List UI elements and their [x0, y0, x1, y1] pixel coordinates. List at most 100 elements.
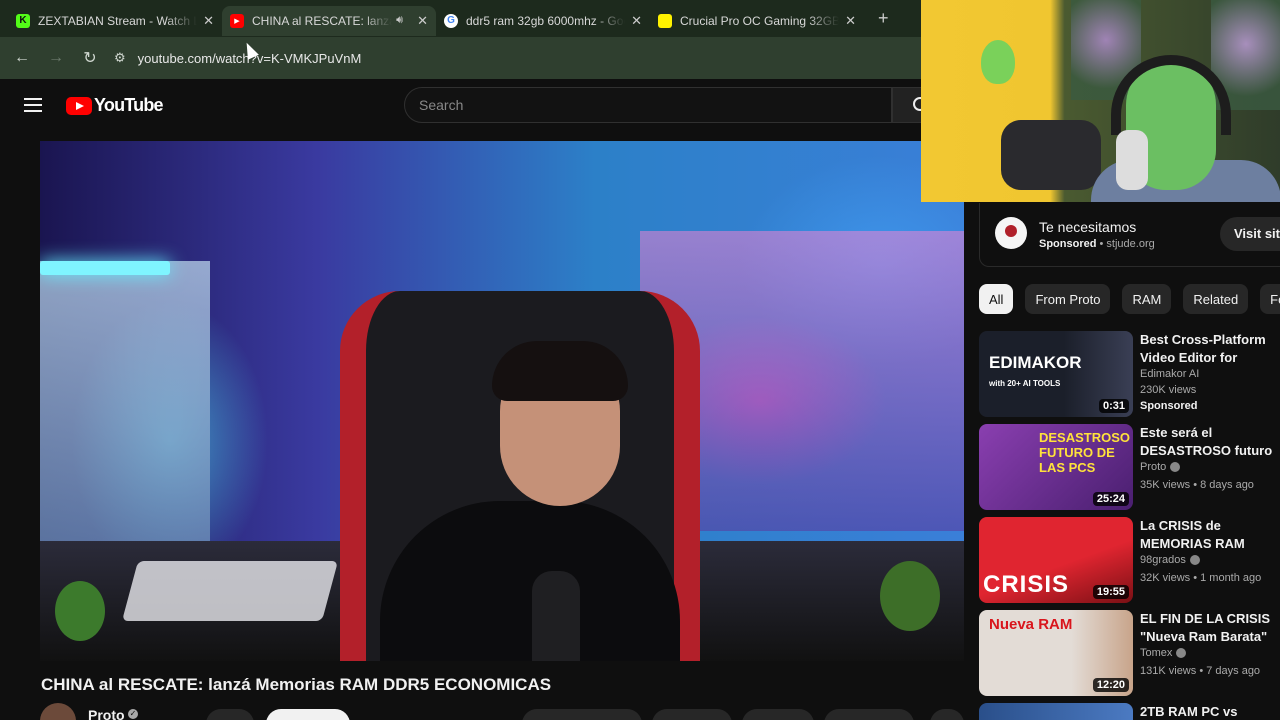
stjude-logo-icon [995, 217, 1027, 249]
tab-title: ZEXTABIAN Stream - Watch Live [38, 13, 198, 28]
chip-from-proto[interactable]: From Proto [1025, 284, 1111, 314]
chip-related[interactable]: Related [1183, 284, 1249, 314]
channel-label: 98grados [1140, 554, 1186, 566]
ad-title: Te necesitamos [1039, 219, 1137, 235]
recommendation-item[interactable]: CRISIS 19:55 La CRISIS de MEMORIAS RAM M… [979, 517, 1280, 603]
youtube-logo[interactable]: YouTube [66, 95, 164, 116]
channel-label: Proto [1140, 461, 1167, 473]
video-duration: 19:55 [1092, 585, 1129, 599]
site-info-icon[interactable]: ⚙︎ [114, 50, 126, 66]
video-stats: 35K views • 8 days ago [1140, 479, 1254, 491]
view-count: 35K views [1140, 479, 1191, 491]
channel-name: Edimakor AI [1140, 368, 1200, 380]
close-icon[interactable]: ✕ [203, 13, 214, 29]
tab-google[interactable]: G ddr5 ram 32gb 6000mhz - Google ✕ [436, 6, 650, 36]
ad-domain: stjude.org [1106, 238, 1155, 250]
share-button[interactable] [652, 709, 732, 720]
video-frame-plant [880, 561, 940, 631]
video-thumbnail[interactable]: EDIMAKOR with 20+ AI TOOLS 0:31 [979, 331, 1133, 417]
chip-for-you[interactable]: For you [1260, 284, 1280, 314]
video-thumbnail[interactable]: Nueva RAM 12:20 [979, 610, 1133, 696]
video-duration: 0:31 [1098, 399, 1129, 413]
upload-age: 8 days ago [1200, 479, 1254, 491]
screen: K ZEXTABIAN Stream - Watch Live ✕ ▶ CHIN… [0, 0, 1280, 720]
sponsored-ad-card[interactable]: Te necesitamos Sponsored • stjude.org Vi… [979, 203, 1280, 267]
close-icon[interactable]: ✕ [845, 13, 856, 29]
webcam-overlay [921, 0, 1280, 202]
more-button[interactable] [930, 709, 964, 720]
view-count: 32K views [1140, 572, 1191, 584]
channel-name: Tomex [1140, 647, 1187, 659]
filter-chips: All From Proto RAM Related For you [979, 284, 1280, 314]
upload-age: 1 month ago [1200, 572, 1262, 584]
video-title: La CRISIS de MEMORIAS RAM MONSTRUOSA [1140, 518, 1245, 551]
view-count: 131K views [1140, 665, 1197, 677]
video-frame-neon [40, 261, 170, 275]
chip-all[interactable]: All [979, 284, 1014, 314]
channel-label: Tomex [1140, 647, 1173, 659]
video-duration: 12:20 [1092, 678, 1129, 692]
webcam-alien-figure [981, 40, 1015, 84]
logo-text: YouTube [94, 95, 164, 115]
kick-icon: K [16, 13, 30, 28]
upload-age: 7 days ago [1206, 665, 1261, 677]
tab-bestbuy[interactable]: Crucial Pro OC Gaming 32GB (2x16GB) ✕ [650, 6, 864, 36]
tab-youtube[interactable]: ▶ CHINA al RESCATE: lanzá Memorias RAM 🔊… [222, 5, 436, 36]
search-input[interactable]: Search [404, 87, 892, 123]
verified-icon: ✓ [128, 709, 138, 719]
video-thumbnail[interactable]: DESASTROSO FUTURO DE LAS PCS 25:24 [979, 424, 1133, 510]
video-frame-microphone [532, 571, 580, 661]
avatar[interactable] [40, 703, 76, 720]
join-button[interactable] [206, 709, 254, 720]
visit-site-button[interactable]: Visit site [1220, 217, 1280, 251]
channel-name: Proto [1140, 461, 1181, 473]
channel-name: 98grados [1140, 554, 1200, 566]
video-title: Best Cross-Platform Video Editor for Beg… [1140, 332, 1266, 365]
verified-icon [1176, 648, 1187, 659]
reload-icon[interactable]: ↻ [80, 48, 100, 68]
tab-title: Crucial Pro OC Gaming 32GB (2x16GB) [680, 13, 840, 28]
video-title: EL FIN DE LA CRISIS "Nueva Ram Barata" [1140, 611, 1271, 644]
sponsored-label: Sponsored [1140, 400, 1198, 412]
video-thumbnail[interactable]: CRISIS 19:55 [979, 517, 1133, 603]
google-icon: G [444, 13, 458, 28]
back-icon[interactable]: ← [12, 49, 32, 67]
close-icon[interactable]: ✕ [417, 13, 428, 29]
channel-row: Proto ✓ [40, 703, 964, 720]
webcam-jacket [1001, 120, 1101, 190]
verified-icon [1170, 462, 1181, 473]
video-frame-shelf [40, 261, 210, 561]
video-title: 2TB RAM PC vs Games [1140, 704, 1238, 719]
video-title: Este será el DESASTROSO futuro de las PC… [1140, 425, 1273, 458]
ad-sponsored-label: Sponsored [1039, 238, 1097, 250]
menu-icon[interactable] [24, 98, 42, 112]
like-button[interactable] [522, 709, 642, 720]
video-duration: 25:24 [1092, 492, 1129, 506]
youtube-icon: ▶ [230, 13, 244, 28]
recommendation-item[interactable]: 2TB RAM PC vs Games [979, 703, 1280, 720]
thumbnail-subtext: with 20+ AI TOOLS [989, 379, 1061, 388]
verified-icon [1189, 555, 1200, 566]
video-frame-plant [55, 581, 105, 641]
recommendation-item[interactable]: EDIMAKOR with 20+ AI TOOLS 0:31 Best Cro… [979, 331, 1280, 417]
thumbnail-text: DESASTROSO FUTURO DE LAS PCS [1039, 430, 1131, 475]
speaker-icon[interactable]: 🔊︎ [396, 14, 403, 27]
thanks-button[interactable] [824, 709, 914, 720]
close-icon[interactable]: ✕ [631, 13, 642, 29]
recommendation-item[interactable]: Nueva RAM 12:20 EL FIN DE LA CRISIS "Nue… [979, 610, 1280, 696]
tab-kick[interactable]: K ZEXTABIAN Stream - Watch Live ✕ [8, 6, 222, 36]
thumbnail-text: CRISIS [983, 571, 1070, 598]
ad-subtitle: Sponsored • stjude.org [1039, 238, 1155, 250]
webcam-microphone [1116, 130, 1148, 190]
forward-icon[interactable]: → [46, 49, 66, 67]
new-tab-icon[interactable]: + [878, 8, 889, 29]
subscribe-button[interactable] [266, 709, 350, 720]
channel-name[interactable]: Proto [88, 707, 125, 720]
save-button[interactable] [742, 709, 814, 720]
video-stats: 32K views • 1 month ago [1140, 572, 1262, 584]
video-player[interactable] [40, 141, 964, 661]
recommendation-item[interactable]: DESASTROSO FUTURO DE LAS PCS 25:24 Este … [979, 424, 1280, 510]
chip-ram[interactable]: RAM [1122, 284, 1172, 314]
tab-title: CHINA al RESCATE: lanzá Memorias RAM [252, 13, 392, 28]
video-thumbnail[interactable] [979, 703, 1133, 720]
